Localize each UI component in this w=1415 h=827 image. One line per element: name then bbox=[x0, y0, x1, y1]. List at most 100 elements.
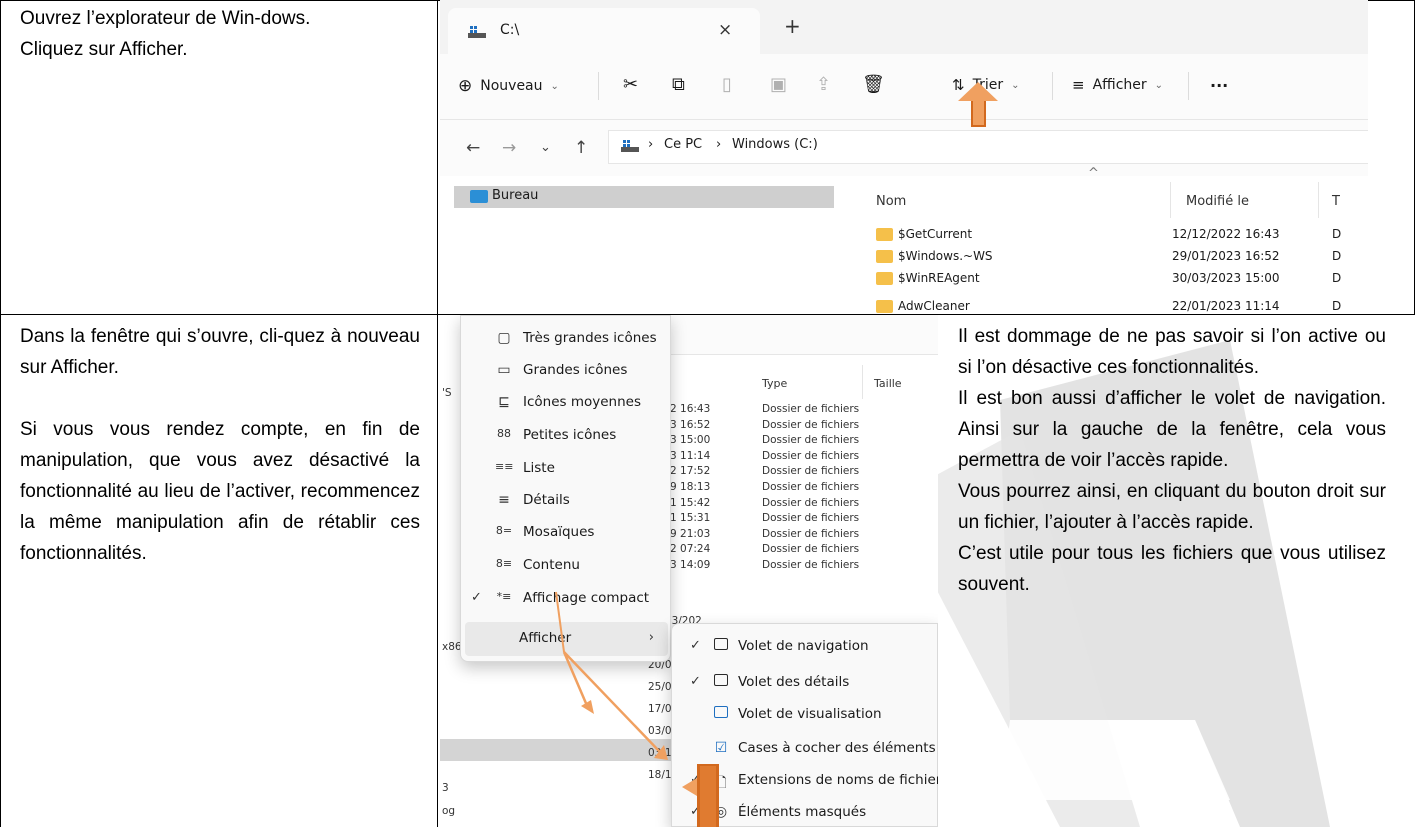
folder-icon bbox=[876, 250, 893, 263]
file-type: D bbox=[1332, 249, 1342, 263]
row1-line2: Cliquez sur Afficher. bbox=[20, 39, 188, 60]
view-mode-icon: ≡≡ bbox=[495, 460, 514, 473]
share-icon[interactable]: ⇪ bbox=[816, 74, 831, 95]
file-row[interactable]: $Windows.~WS 29/01/2023 16:52 D bbox=[872, 246, 1368, 268]
column-header-name[interactable]: Nom bbox=[876, 194, 906, 209]
menu-item[interactable]: ≡ Détails bbox=[461, 484, 672, 518]
row-type: Dossier de fichiers bbox=[762, 559, 860, 571]
chevron-down-icon: ⌄ bbox=[550, 80, 559, 92]
breadcrumb-this-pc[interactable]: Ce PC bbox=[664, 137, 702, 152]
sort-icon: ⇅ bbox=[952, 76, 965, 94]
submenu-item[interactable]: ☑ Cases à cocher des éléments bbox=[672, 732, 938, 766]
row-type: Dossier de fichiers bbox=[762, 465, 860, 478]
row-date: 9 21:03 bbox=[670, 527, 711, 540]
menu-item[interactable]: 8= Mosaïques bbox=[461, 516, 672, 550]
pc-icon bbox=[621, 140, 639, 152]
menu-item-label: Grandes icônes bbox=[523, 362, 628, 378]
view-mode-icon: ≡ bbox=[498, 492, 510, 508]
file-date: 30/03/2023 15:00 bbox=[1172, 271, 1280, 285]
eye-icon: ◎ bbox=[714, 804, 728, 820]
sidebar-item-label: Bureau bbox=[492, 188, 539, 203]
pane-icon bbox=[712, 674, 730, 690]
paste-icon[interactable]: ▯ bbox=[722, 74, 732, 95]
sort-button[interactable]: ⇅ Trier ⌄ bbox=[952, 76, 1019, 94]
submenu-item-label: Extensions de noms de fichiers bbox=[738, 772, 938, 788]
chevron-down-icon: ⌄ bbox=[1154, 79, 1164, 91]
cut-icon[interactable]: ✂ bbox=[623, 74, 638, 95]
column-divider bbox=[862, 365, 863, 399]
menu-item[interactable]: ≡≡ Liste bbox=[461, 452, 672, 486]
file-type: D bbox=[1332, 299, 1342, 313]
checkmark-icon: ✓ bbox=[690, 772, 701, 787]
folder-icon bbox=[876, 228, 893, 241]
delete-icon[interactable]: 🗑 bbox=[862, 74, 885, 95]
file-name: $WinREAgent bbox=[898, 271, 980, 285]
file-row[interactable]: $WinREAgent 30/03/2023 15:00 D bbox=[872, 268, 1368, 290]
tab-c-drive[interactable]: C:\ × bbox=[448, 8, 760, 54]
file-row[interactable]: AdwCleaner 22/01/2023 11:14 D bbox=[872, 296, 1368, 314]
submenu-item-label: Volet de visualisation bbox=[738, 706, 882, 722]
menu-item[interactable]: ▭ Grandes icônes bbox=[461, 354, 672, 388]
menu-item-label: Affichage compact bbox=[523, 590, 650, 606]
submenu-item-label: Éléments masqués bbox=[738, 804, 867, 820]
row1-instructions: Ouvrez l’explorateur de Win-dows. Clique… bbox=[20, 3, 420, 65]
toolbar-separator bbox=[598, 72, 599, 100]
close-icon[interactable]: × bbox=[718, 20, 732, 40]
checkmark-icon: ✓ bbox=[471, 590, 482, 605]
note-para2: Il est bon aussi d’afficher le volet de … bbox=[958, 388, 1386, 471]
submenu-item[interactable]: Volet de visualisation bbox=[672, 698, 938, 732]
submenu-item[interactable]: ✓ Volet de navigation bbox=[672, 630, 938, 664]
column-divider bbox=[1170, 182, 1171, 218]
submenu-item-label: Cases à cocher des éléments bbox=[738, 740, 936, 756]
more-options-button[interactable]: ··· bbox=[1210, 76, 1228, 95]
menu-item[interactable]: ✓ *≡ Affichage compact bbox=[461, 582, 672, 616]
submenu-item-label: Volet de navigation bbox=[738, 638, 869, 654]
plus-circle-icon: ⊕ bbox=[458, 76, 473, 96]
file-date: 12/12/2022 16:43 bbox=[1172, 227, 1280, 241]
sort-button-label: Trier bbox=[972, 77, 1004, 93]
pane-icon bbox=[712, 706, 730, 722]
checkmark-icon: ✓ bbox=[690, 804, 701, 819]
row-type: Dossier de fichiers bbox=[762, 449, 860, 462]
toolbar-separator bbox=[1052, 72, 1053, 100]
row-type: Dossier de fichiers bbox=[762, 527, 860, 540]
recent-locations-icon[interactable]: ⌄ bbox=[540, 140, 551, 155]
row2-instructions: Dans la fenêtre qui s’ouvre, cli-quez à … bbox=[20, 321, 420, 569]
row-date: 3 11:14 bbox=[670, 449, 711, 462]
row-date: 2 17:52 bbox=[670, 465, 711, 478]
forward-arrow-icon[interactable]: → bbox=[502, 138, 516, 158]
view-dropdown-menu: ▢ Très grandes icônes ▭ Grandes icônes ⊑ Icôn… bbox=[460, 315, 671, 662]
tab-title: C:\ bbox=[500, 22, 520, 38]
breadcrumb-drive[interactable]: Windows (C:) bbox=[732, 137, 818, 152]
back-arrow-icon[interactable]: ← bbox=[466, 138, 480, 158]
copy-icon[interactable]: ⧉ bbox=[672, 74, 685, 95]
submenu-item[interactable]: ✓ ◎ Éléments masqués bbox=[672, 796, 938, 827]
view-menu-screenshot: Type Taille 2 16:43 Dossier de fichiers 3 … bbox=[440, 315, 938, 827]
new-tab-button[interactable]: + bbox=[784, 16, 801, 36]
view-mode-icon: ⊑ bbox=[498, 394, 510, 410]
view-mode-icon: 8≡ bbox=[495, 557, 513, 570]
view-button[interactable]: ≡ Afficher ⌄ bbox=[1072, 76, 1163, 94]
show-submenu: ✓ Volet de navigation ✓ Volet des détails Vo… bbox=[671, 623, 938, 827]
rename-icon[interactable]: ▣ bbox=[770, 74, 787, 95]
column-header-type[interactable]: T bbox=[1332, 194, 1340, 209]
row-date: 9 18:13 bbox=[670, 481, 711, 493]
note-para3: Vous pourrez ainsi, en cliquant du bouto… bbox=[958, 481, 1386, 533]
row-type: Dossier de fichiers bbox=[762, 403, 860, 415]
submenu-item[interactable]: ✓ 🗋 Extensions de noms de fichiers bbox=[672, 764, 938, 798]
background-header-strip bbox=[671, 315, 938, 355]
menu-item[interactable]: ⊑ Icônes moyennes bbox=[461, 386, 672, 420]
menu-item[interactable]: ▢ Très grandes icônes bbox=[461, 322, 672, 356]
submenu-item[interactable]: ✓ Volet des détails bbox=[672, 666, 938, 700]
column-header-modified[interactable]: Modifié le bbox=[1186, 194, 1249, 209]
up-arrow-icon[interactable]: ↑ bbox=[574, 138, 588, 158]
file-date: 22/01/2023 11:14 bbox=[1172, 299, 1280, 313]
menu-item[interactable]: 8≡ Contenu bbox=[461, 549, 672, 583]
address-field[interactable] bbox=[608, 130, 1368, 164]
file-row[interactable]: $GetCurrent 12/12/2022 16:43 D bbox=[872, 224, 1368, 246]
new-button[interactable]: ⊕ Nouveau ⌄ bbox=[458, 76, 559, 96]
checkbox-icon: ☑ bbox=[714, 740, 728, 756]
menu-item[interactable]: Afficher › bbox=[465, 622, 668, 656]
menu-item[interactable]: 88 Petites icônes bbox=[461, 419, 672, 453]
file-extension-icon: 🗋 bbox=[715, 775, 727, 791]
